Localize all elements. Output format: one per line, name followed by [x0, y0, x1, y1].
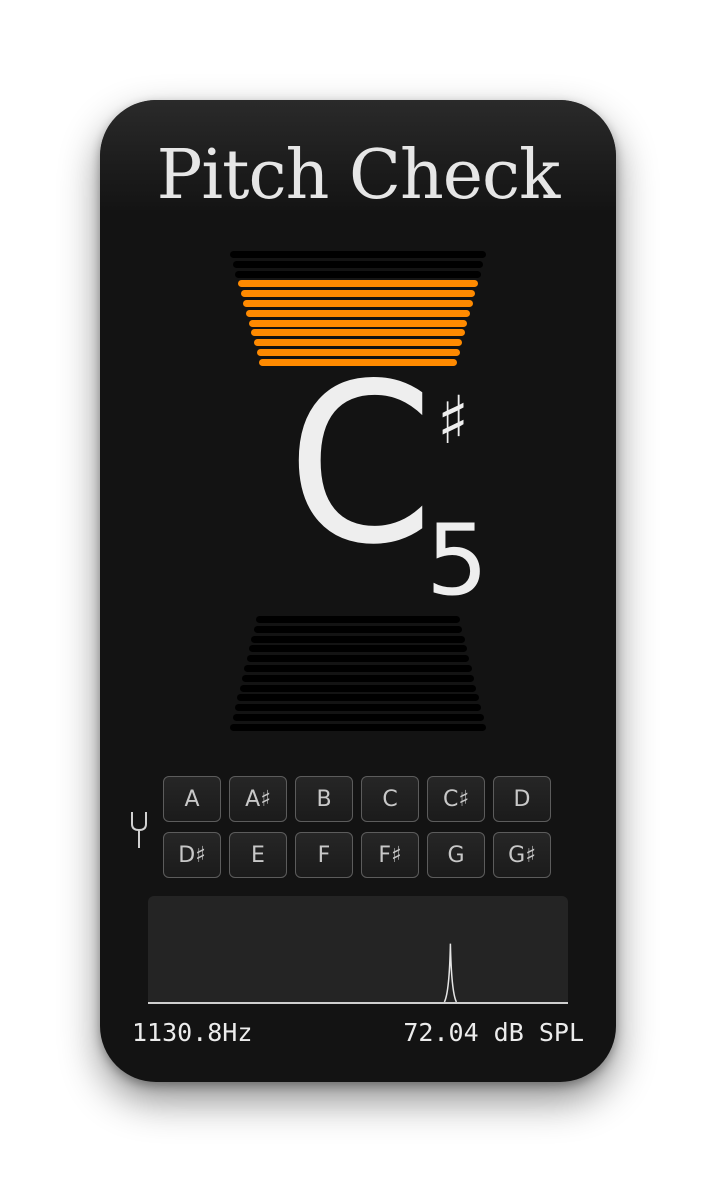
note-button-e[interactable]: E	[229, 832, 287, 878]
upper-meter-bar	[245, 309, 471, 317]
note-button-g-sharp[interactable]: G♯	[493, 832, 551, 878]
note-octave: 5	[426, 504, 489, 618]
upper-meter-bar	[237, 280, 479, 288]
note-button-c[interactable]: C	[361, 776, 419, 822]
frequency-readout: 1130.8Hz	[132, 1018, 253, 1047]
note-button-d-sharp[interactable]: D♯	[163, 832, 221, 878]
tuning-fork-icon[interactable]	[128, 810, 150, 850]
reference-note-grid: A A♯ B C C♯ D D♯ E F F♯ G G♯	[163, 776, 559, 878]
note-button-d[interactable]: D	[493, 776, 551, 822]
note-accidental: ♯	[437, 382, 469, 459]
upper-meter-bar	[248, 319, 468, 327]
note-button-b[interactable]: B	[295, 776, 353, 822]
note-button-f[interactable]: F	[295, 832, 353, 878]
note-button-c-sharp[interactable]: C♯	[427, 776, 485, 822]
spectrum-peak	[443, 943, 458, 1002]
lower-meter-bar	[237, 694, 479, 702]
lower-meter-bar	[234, 704, 482, 712]
lower-meter-bar	[244, 665, 472, 672]
lower-meter-bar	[241, 674, 475, 682]
note-button-a-sharp[interactable]: A♯	[229, 776, 287, 822]
level-readout: 72.04 dB SPL	[403, 1018, 584, 1047]
note-button-a[interactable]: A	[163, 776, 221, 822]
tuner-window: Pitch Check C ♯ 5 A A♯ B C C♯ D D♯ E F F…	[100, 100, 616, 1082]
lower-meter-bar	[248, 645, 468, 653]
lower-meter-bar	[246, 655, 470, 663]
app-title: Pitch Check	[156, 136, 561, 215]
upper-meter-bar	[230, 251, 486, 258]
upper-meter-bar	[232, 260, 484, 268]
upper-meter-bar	[235, 270, 481, 278]
lower-meter-bar	[256, 616, 460, 623]
lower-meter-bar	[230, 723, 486, 731]
spectrum-display	[148, 896, 568, 1004]
lower-meter-bar	[232, 714, 484, 721]
note-button-g[interactable]: G	[427, 832, 485, 878]
note-letter: C	[287, 335, 434, 594]
lower-meter-bar	[253, 625, 463, 633]
note-button-f-sharp[interactable]: F♯	[361, 832, 419, 878]
lower-meter-bar	[239, 684, 477, 692]
upper-meter-bar	[243, 300, 473, 307]
upper-meter-bar	[240, 290, 476, 298]
lower-meter-bar	[251, 635, 465, 643]
